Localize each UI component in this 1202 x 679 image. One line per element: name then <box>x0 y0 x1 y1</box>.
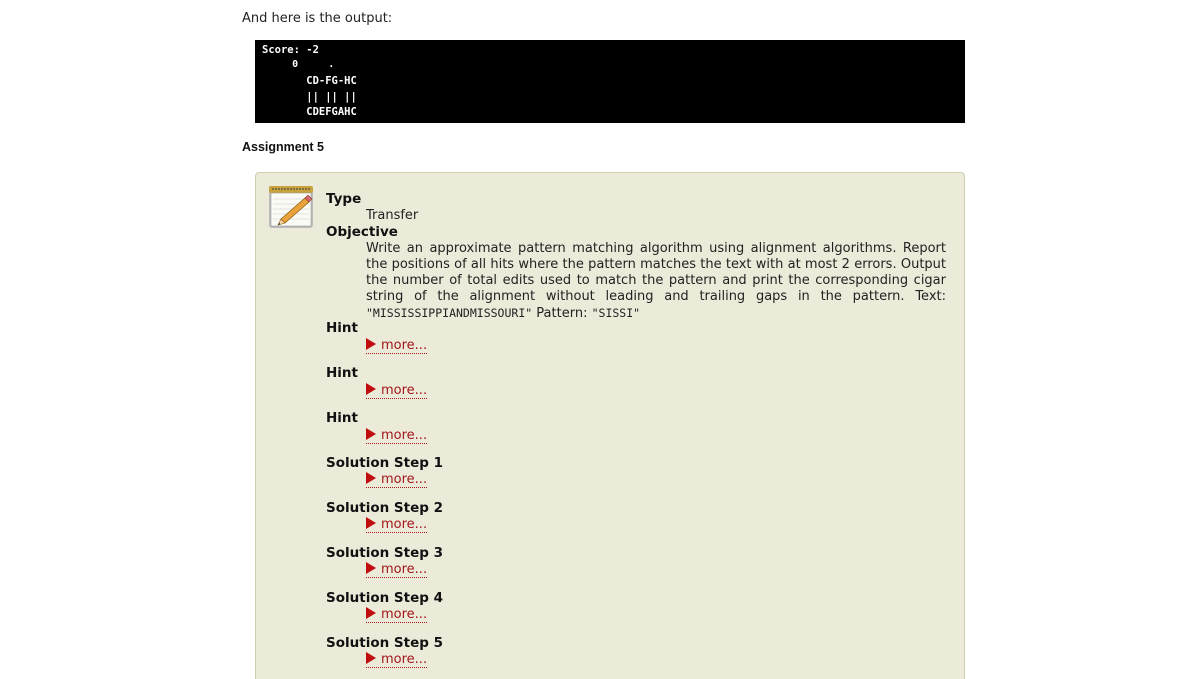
objective-text-mid: Pattern: <box>532 306 592 321</box>
more-link[interactable]: more... <box>366 562 428 578</box>
console-line: 0 . <box>262 59 335 70</box>
triangle-right-icon <box>366 562 376 574</box>
more-link-label: more... <box>381 517 428 532</box>
hint-label: Hint <box>326 365 358 381</box>
solution-step-label: Solution Step 2 <box>326 500 443 516</box>
triangle-right-icon <box>366 428 376 440</box>
more-link[interactable]: more... <box>366 338 428 354</box>
solution-step-label: Solution Step 3 <box>326 545 443 561</box>
intro-text: And here is the output: <box>242 11 393 26</box>
more-link[interactable]: more... <box>366 472 428 488</box>
more-link-label: more... <box>381 383 428 398</box>
more-link[interactable]: more... <box>366 428 428 444</box>
objective-text-code: "MISSISSIPPIANDMISSOURI" <box>366 306 533 320</box>
solution-step-label: Solution Step 1 <box>326 455 443 471</box>
console-line: CDEFGAHC <box>262 106 357 118</box>
console-output: Score: -2 0 . CD-FG-HC || || || CDEFGAHC <box>255 40 965 123</box>
objective-text-code: "SISSI" <box>591 306 641 320</box>
solution-step-label: Solution Step 4 <box>326 590 443 606</box>
more-link-label: more... <box>381 562 428 577</box>
type-value: Transfer <box>366 208 419 223</box>
triangle-right-icon <box>366 472 376 484</box>
more-link[interactable]: more... <box>366 607 428 623</box>
triangle-right-icon <box>366 338 376 350</box>
solution-step-label: Solution Step 5 <box>326 635 443 651</box>
triangle-right-icon <box>366 607 376 619</box>
more-link[interactable]: more... <box>366 517 428 533</box>
triangle-right-icon <box>366 383 376 395</box>
notepad-pencil-icon <box>269 186 313 228</box>
more-link[interactable]: more... <box>366 383 428 399</box>
more-link[interactable]: more... <box>366 652 428 668</box>
assignment-title: Assignment 5 <box>242 140 324 154</box>
hint-label: Hint <box>326 410 358 426</box>
more-link-label: more... <box>381 338 428 353</box>
objective-text-before: Write an approximate pattern matching al… <box>366 241 946 304</box>
objective-label: Objective <box>326 224 398 240</box>
more-link-label: more... <box>381 428 428 443</box>
more-link-label: more... <box>381 652 428 667</box>
console-line: Score: -2 <box>262 44 319 56</box>
console-line: || || || <box>262 91 357 103</box>
triangle-right-icon <box>366 517 376 529</box>
more-link-label: more... <box>381 472 428 487</box>
more-link-label: more... <box>381 607 428 622</box>
triangle-right-icon <box>366 652 376 664</box>
console-line: CD-FG-HC <box>262 75 357 87</box>
objective-text: Write an approximate pattern matching al… <box>366 241 946 322</box>
hint-label: Hint <box>326 320 358 336</box>
type-label: Type <box>326 191 362 207</box>
